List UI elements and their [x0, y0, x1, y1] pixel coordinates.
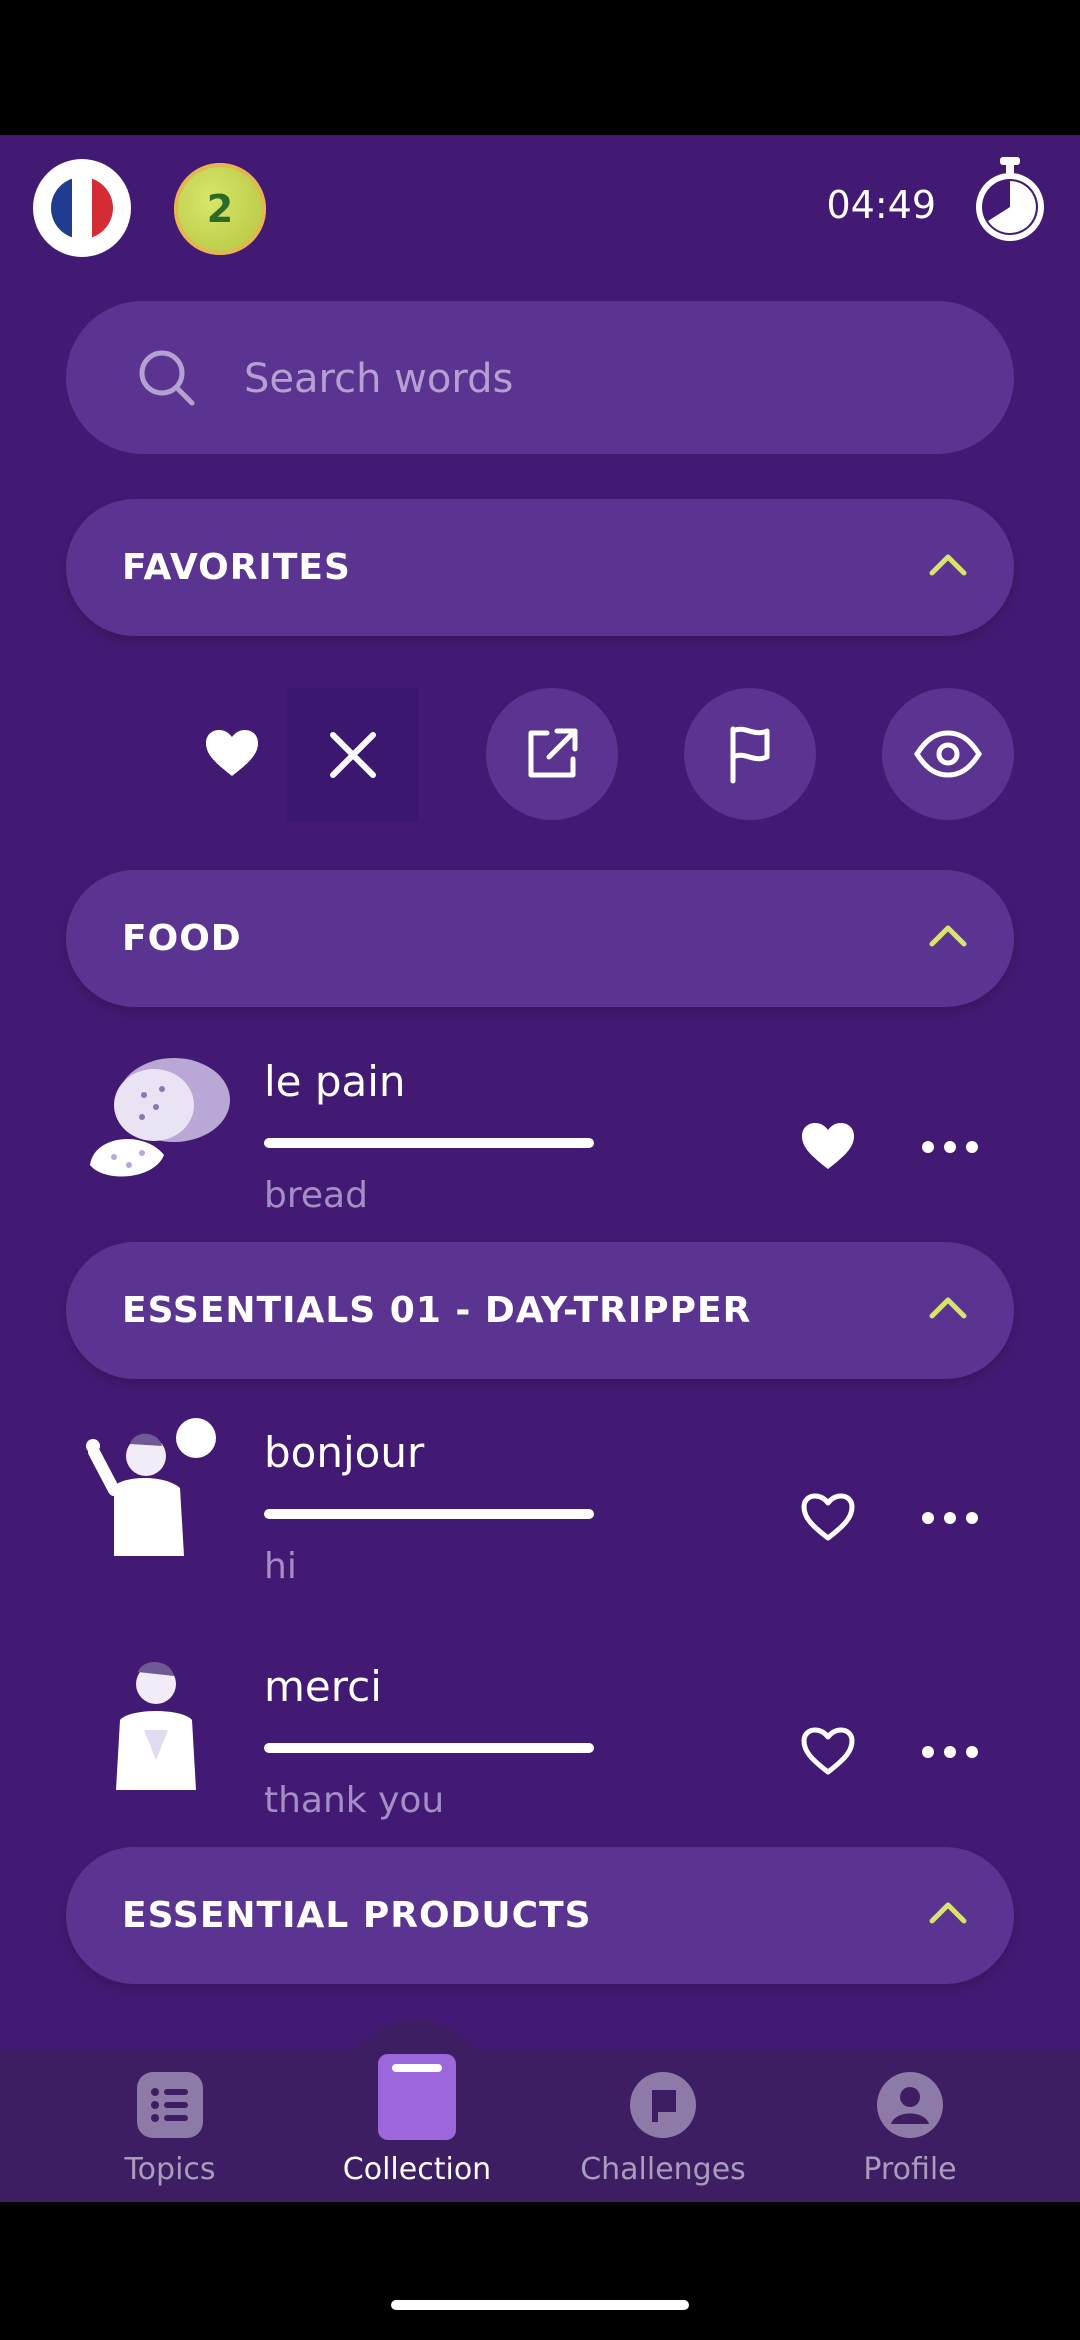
list-icon	[137, 2072, 203, 2138]
more-options-icon[interactable]	[922, 1141, 978, 1157]
nav-profile[interactable]: Profile	[810, 2052, 1010, 2202]
flag-icon	[630, 2072, 696, 2138]
word-text: merci	[264, 1662, 382, 1711]
user-icon	[877, 2072, 943, 2138]
section-title: FAVORITES	[122, 547, 351, 588]
search-input[interactable]	[242, 301, 946, 456]
eye-icon	[914, 730, 982, 778]
nav-label: Collection	[342, 2152, 492, 2187]
translation-text: thank you	[264, 1780, 445, 1821]
word-text: le pain	[264, 1057, 406, 1106]
heart-filled-icon	[206, 730, 258, 776]
share-button[interactable]	[486, 688, 618, 820]
reveal-button[interactable]	[882, 688, 1014, 820]
section-favorites-header[interactable]: FAVORITES	[66, 499, 1014, 636]
chevron-up-icon	[929, 1297, 967, 1319]
nav-topics[interactable]: Topics	[70, 2052, 270, 2202]
search-bar[interactable]	[66, 301, 1014, 456]
nav-challenges[interactable]: Challenges	[563, 2052, 763, 2202]
progress-bar	[264, 1138, 594, 1148]
nav-label: Topics	[124, 2152, 216, 2187]
section-essentials-header[interactable]: ESSENTIALS 01 - DAY-TRIPPER	[66, 1242, 1014, 1379]
level-number: 2	[206, 187, 234, 231]
book-icon	[378, 2054, 456, 2140]
bread-illustration	[90, 1058, 230, 1177]
system-navigation-bar	[0, 2202, 1080, 2340]
word-row-bonjour[interactable]: bonjour hi	[0, 1416, 1080, 1596]
chevron-up-icon	[929, 554, 967, 576]
word-row-merci[interactable]: merci thank you	[0, 1650, 1080, 1830]
language-flag-button[interactable]	[33, 159, 131, 257]
home-indicator[interactable]	[391, 2300, 689, 2310]
stopwatch-icon[interactable]	[970, 155, 1050, 245]
flag-icon	[730, 726, 770, 784]
heart-filled-icon[interactable]	[800, 1121, 856, 1171]
level-badge[interactable]: 2	[174, 163, 266, 255]
france-flag-icon	[51, 177, 113, 239]
chevron-up-icon	[929, 925, 967, 947]
nav-collection[interactable]: Collection	[317, 2052, 517, 2202]
status-bar	[0, 0, 1080, 135]
report-button[interactable]	[684, 688, 816, 820]
heart-outline-icon[interactable]	[800, 1492, 856, 1542]
thankful-person-illustration	[116, 1661, 196, 1790]
waving-person-illustration	[86, 1418, 216, 1556]
remove-favorite-button[interactable]	[287, 688, 419, 822]
word-row-le-pain[interactable]: le pain bread	[0, 1045, 1080, 1225]
translation-text: hi	[264, 1546, 297, 1587]
section-title: ESSENTIAL PRODUCTS	[122, 1895, 592, 1936]
external-link-icon	[528, 728, 578, 778]
timer-text: 04:49	[826, 183, 936, 227]
heart-outline-icon[interactable]	[800, 1726, 856, 1776]
progress-bar	[264, 1509, 594, 1519]
section-products-header[interactable]: ESSENTIAL PRODUCTS	[66, 1847, 1014, 1984]
close-icon	[330, 732, 376, 778]
nav-label: Profile	[863, 2152, 957, 2187]
more-options-icon[interactable]	[922, 1512, 978, 1528]
section-food-header[interactable]: FOOD	[66, 870, 1014, 1007]
section-title: FOOD	[122, 918, 242, 959]
progress-bar	[264, 1743, 594, 1753]
word-text: bonjour	[264, 1428, 425, 1477]
screen: 2 04:49 FAVORITES	[0, 0, 1080, 2340]
search-icon	[139, 350, 195, 406]
nav-label: Challenges	[580, 2152, 746, 2187]
more-options-icon[interactable]	[922, 1746, 978, 1762]
section-title: ESSENTIALS 01 - DAY-TRIPPER	[122, 1290, 752, 1331]
translation-text: bread	[264, 1175, 368, 1216]
chevron-up-icon	[929, 1902, 967, 1924]
app-content: 2 04:49 FAVORITES	[0, 135, 1080, 2202]
